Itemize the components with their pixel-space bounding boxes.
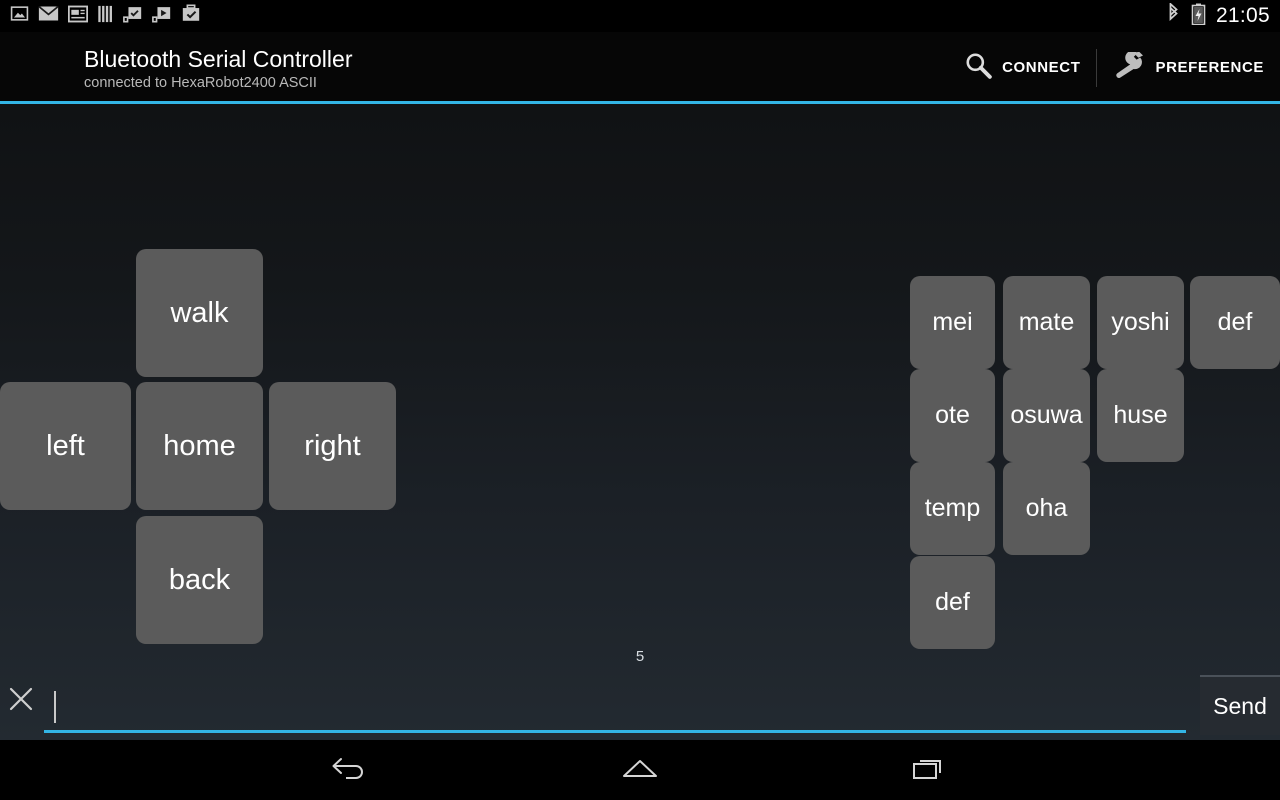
preference-button[interactable]: PREFERENCE — [1097, 32, 1280, 103]
command-button-huse[interactable]: huse — [1097, 369, 1184, 462]
notification-icon-tray — [10, 4, 201, 28]
command-button-ote[interactable]: ote — [910, 369, 995, 462]
home-nav-button[interactable] — [570, 740, 710, 800]
android-nav-bar — [0, 740, 1280, 800]
dpad-button-home[interactable]: home — [136, 382, 263, 510]
battery-charging-icon — [1191, 3, 1206, 30]
command-button-temp[interactable]: temp — [910, 462, 995, 555]
controller-canvas: walk left home right back mei mate yoshi def ote… — [0, 104, 1280, 740]
nav-spacer-right — [710, 740, 860, 800]
send-input-wrap — [44, 680, 1186, 736]
recents-nav-button[interactable] — [860, 740, 1000, 800]
close-x-icon[interactable] — [8, 686, 34, 712]
connect-label: CONNECT — [1002, 59, 1081, 76]
system-status-icons: 21:05 — [1166, 0, 1270, 32]
recents-nav-icon — [910, 754, 950, 787]
home-nav-icon — [619, 754, 661, 787]
nav-spacer-left — [420, 740, 570, 800]
action-bar-actions: CONNECT PREFERENCE — [948, 32, 1280, 103]
command-button-mei[interactable]: mei — [910, 276, 995, 369]
news-icon — [67, 5, 89, 28]
dpad-button-right[interactable]: right — [269, 382, 396, 510]
preference-label: PREFERENCE — [1155, 59, 1264, 76]
search-icon — [964, 51, 992, 84]
send-text-input[interactable] — [44, 680, 1186, 733]
send-row — [0, 672, 1280, 740]
command-button-def[interactable]: def — [1190, 276, 1280, 369]
command-button-osuwa[interactable]: osuwa — [1003, 369, 1090, 462]
dpad-button-walk[interactable]: walk — [136, 249, 263, 377]
command-button-yoshi[interactable]: yoshi — [1097, 276, 1184, 369]
connection-status-subtitle: connected to HexaRobot2400 ASCII — [84, 75, 317, 91]
text-caret — [54, 691, 56, 723]
action-bar: Bluetooth Serial Controller connected to… — [0, 32, 1280, 103]
package-play-icon — [152, 4, 172, 28]
image-icon — [10, 4, 29, 28]
briefcase-check-icon — [181, 4, 201, 28]
mail-icon — [38, 5, 59, 27]
send-button[interactable]: Send — [1200, 675, 1280, 735]
connect-button[interactable]: CONNECT — [948, 32, 1096, 103]
status-clock: 21:05 — [1215, 4, 1270, 27]
bars-icon — [97, 5, 114, 28]
back-nav-button[interactable] — [280, 740, 420, 800]
title-block: Bluetooth Serial Controller connected to… — [84, 46, 352, 92]
app-screen: 21:05 Bluetooth Serial Controller connec… — [0, 0, 1280, 800]
command-button-def[interactable]: def — [910, 556, 995, 649]
app-title: Bluetooth Serial Controller — [84, 46, 353, 72]
package-check-icon — [123, 4, 143, 28]
bluetooth-icon — [1166, 1, 1181, 30]
wrench-icon — [1113, 50, 1145, 83]
dpad-button-back[interactable]: back — [136, 516, 263, 644]
back-nav-icon — [330, 754, 370, 787]
counter-label: 5 — [635, 648, 645, 665]
status-bar: 21:05 — [0, 0, 1280, 32]
dpad-button-left[interactable]: left — [0, 382, 131, 510]
command-button-oha[interactable]: oha — [1003, 462, 1090, 555]
command-button-mate[interactable]: mate — [1003, 276, 1090, 369]
